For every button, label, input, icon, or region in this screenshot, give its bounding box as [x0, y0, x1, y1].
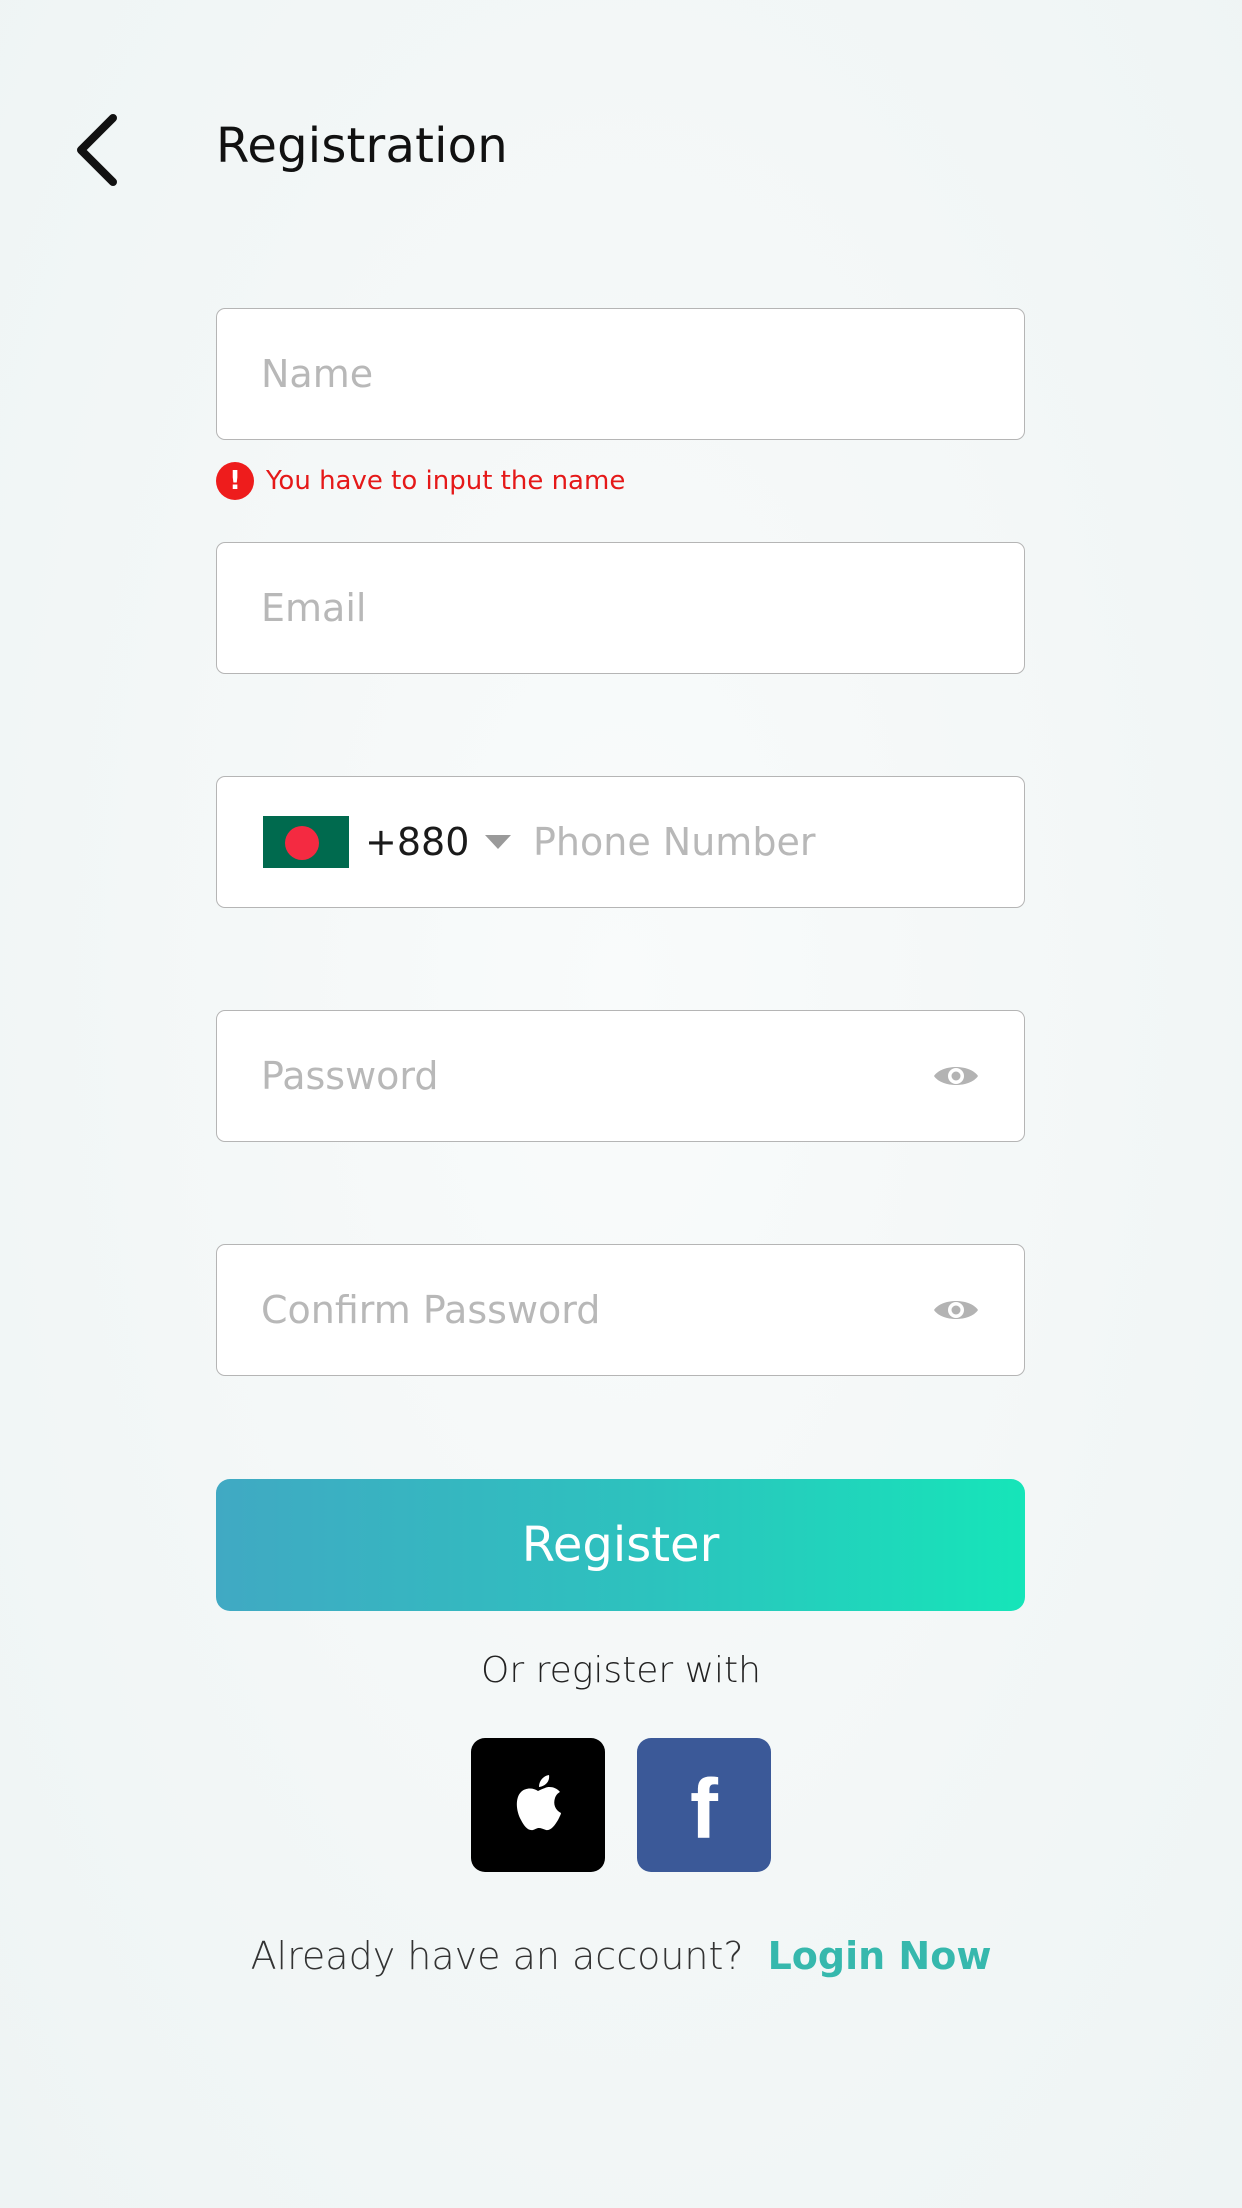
social-register-label: Or register with — [481, 1650, 761, 1691]
apple-login-button[interactable] — [471, 1738, 605, 1872]
login-now-link[interactable]: Login Now — [768, 1934, 992, 1978]
phone-number-input[interactable] — [529, 777, 1009, 907]
show-password-eye-icon[interactable] — [932, 1059, 980, 1093]
login-prompt: Already have an account? Login Now — [0, 1934, 1242, 1978]
password-field[interactable] — [216, 1010, 1025, 1142]
name-field[interactable] — [216, 308, 1025, 440]
chevron-left-icon — [77, 114, 117, 186]
register-button[interactable]: Register — [216, 1479, 1025, 1611]
error-icon: ! — [216, 462, 254, 500]
password-input[interactable] — [217, 1011, 1024, 1141]
bangladesh-flag-icon — [263, 816, 349, 868]
name-error-message: ! You have to input the name — [216, 461, 625, 501]
facebook-login-button[interactable]: f — [637, 1738, 771, 1872]
page-title: Registration — [216, 118, 508, 174]
name-error-text: You have to input the name — [266, 466, 626, 496]
country-code: +880 — [365, 820, 470, 864]
dropdown-caret-icon — [485, 835, 512, 849]
facebook-icon: f — [690, 1762, 718, 1856]
confirm-password-field[interactable] — [216, 1244, 1025, 1376]
confirm-password-input[interactable] — [217, 1245, 1024, 1375]
already-have-account-text: Already have an account? — [250, 1934, 744, 1978]
email-field[interactable] — [216, 542, 1025, 674]
back-button[interactable] — [66, 110, 128, 190]
phone-field[interactable]: +880 — [216, 776, 1025, 908]
name-input[interactable] — [217, 309, 1024, 439]
email-input[interactable] — [217, 543, 1024, 673]
show-confirm-password-eye-icon[interactable] — [932, 1293, 980, 1327]
apple-icon — [516, 1775, 561, 1831]
country-code-selector[interactable]: +880 — [263, 777, 512, 907]
